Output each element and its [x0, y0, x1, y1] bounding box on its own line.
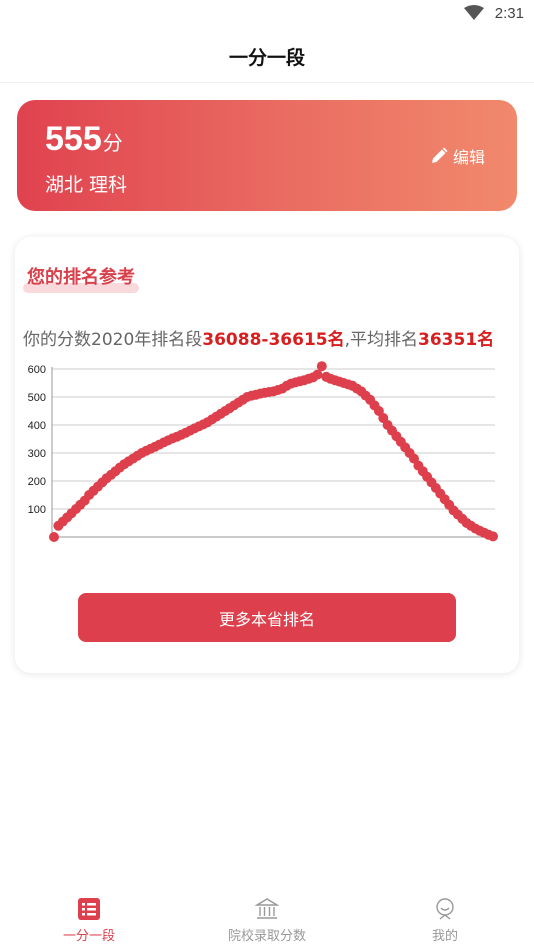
data-point [316, 361, 327, 372]
score-value: 555 [45, 120, 102, 158]
pencil-icon [431, 147, 448, 163]
status-time: 2:31 [494, 5, 524, 22]
rank-summary: 你的分数2020年排名段36088-36615名,平均排名36351名 [23, 325, 494, 350]
list-icon [78, 898, 100, 920]
summary-prefix: 你的分数2020年排名段 [23, 330, 203, 350]
title-bar: 一分一段 [0, 30, 534, 83]
rank-distribution-chart: 100 200 300 400 500 600 [28, 361, 498, 542]
university-icon [255, 898, 279, 919]
bottom-tab-bar: 一分一段 院校录取分数 我的 [0, 889, 534, 949]
y-tick-label: 200 [28, 476, 46, 488]
y-tick-label: 500 [28, 392, 46, 404]
rank-range: 36088-36615名 [202, 330, 345, 350]
edit-button[interactable]: 编辑 [430, 144, 485, 168]
score-display: 555分 [45, 120, 123, 159]
score-unit: 分 [102, 133, 123, 155]
wifi-icon [464, 5, 484, 20]
average-rank: 36351名 [418, 330, 495, 350]
page-title: 一分一段 [228, 46, 305, 69]
rank-section-title: 您的排名参考 [23, 263, 139, 293]
y-tick-label: 300 [28, 448, 46, 460]
tab-label: 院校录取分数 [227, 929, 306, 944]
y-tick-label: 400 [28, 420, 46, 432]
status-bar: 2:31 [0, 0, 534, 30]
data-point [49, 532, 59, 542]
tab-mine[interactable]: 我的 [356, 889, 534, 949]
tab-label: 一分一段 [62, 929, 115, 944]
rank-card: 您的排名参考 你的分数2020年排名段36088-36615名,平均排名3635… [15, 237, 519, 673]
summary-mid: ,平均排名 [344, 330, 419, 350]
score-card: 555分 湖北 理科 编辑 [17, 100, 517, 211]
user-icon [436, 898, 454, 920]
data-point [488, 531, 498, 542]
more-rankings-button[interactable]: 更多本省排名 [78, 593, 456, 642]
tab-college-scores[interactable]: 院校录取分数 [178, 889, 356, 949]
tab-score-rank[interactable]: 一分一段 [0, 889, 178, 949]
tab-label: 我的 [431, 929, 458, 944]
region-label: 湖北 理科 [45, 174, 128, 196]
y-tick-label: 600 [28, 364, 46, 376]
edit-label: 编辑 [452, 148, 485, 167]
y-tick-label: 100 [28, 504, 46, 516]
